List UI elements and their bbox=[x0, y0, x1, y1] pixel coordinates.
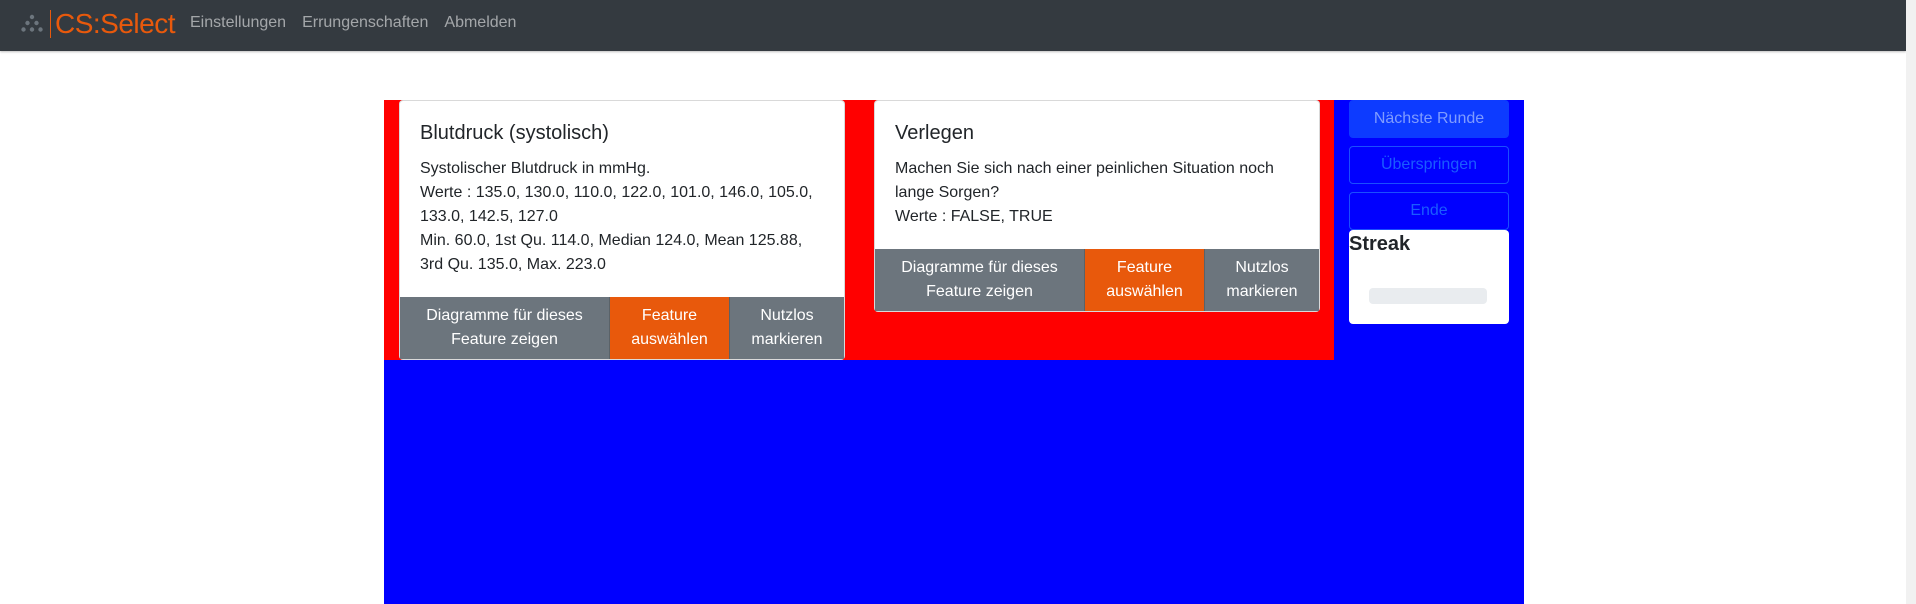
show-charts-button[interactable]: Diagramme für dieses Feature zeigen bbox=[875, 249, 1085, 311]
page-scrollbar[interactable] bbox=[1906, 0, 1916, 604]
next-round-button[interactable]: Nächste Runde bbox=[1349, 100, 1509, 138]
feature-stats: Min. 60.0, 1st Qu. 114.0, Median 124.0, … bbox=[420, 232, 803, 273]
feature-button-group: Diagramme für dieses Feature zeigen Feat… bbox=[875, 249, 1319, 311]
feature-card: Blutdruck (systolisch) Systolischer Blut… bbox=[399, 100, 845, 360]
feature-card: Verlegen Machen Sie sich nach einer pein… bbox=[874, 100, 1320, 312]
end-button[interactable]: Ende bbox=[1349, 192, 1509, 230]
streak-card: Streak bbox=[1349, 230, 1509, 324]
mark-useless-button[interactable]: Nutzlos markieren bbox=[729, 297, 844, 359]
top-navbar: CS:Select Einstellungen Errungenschaften… bbox=[0, 0, 1906, 51]
skip-button[interactable]: Überspringen bbox=[1349, 146, 1509, 184]
feature-values: Werte : 135.0, 130.0, 110.0, 122.0, 101.… bbox=[420, 184, 813, 225]
brand-separator bbox=[50, 10, 51, 38]
people-pyramid-icon bbox=[21, 14, 43, 32]
streak-title: Streak bbox=[1349, 233, 1411, 255]
select-feature-button[interactable]: Feature auswählen bbox=[610, 297, 729, 359]
feature-description: Machen Sie sich nach einer peinlichen Si… bbox=[895, 160, 1274, 201]
feature-button-group: Diagramme für dieses Feature zeigen Feat… bbox=[400, 297, 844, 359]
select-feature-button[interactable]: Feature auswählen bbox=[1085, 249, 1204, 311]
nav-links: Einstellungen Errungenschaften Abmelden bbox=[190, 0, 532, 46]
feature-values: Werte : FALSE, TRUE bbox=[895, 208, 1053, 225]
lower-highlight-area bbox=[384, 360, 1524, 604]
brand[interactable]: CS:Select bbox=[20, 6, 176, 42]
nav-link-settings[interactable]: Einstellungen bbox=[190, 14, 286, 32]
show-charts-button[interactable]: Diagramme für dieses Feature zeigen bbox=[400, 297, 610, 359]
nav-link-achievements[interactable]: Errungenschaften bbox=[302, 14, 428, 32]
feature-title: Blutdruck (systolisch) bbox=[420, 122, 609, 144]
brand-title: CS:Select bbox=[55, 8, 176, 39]
nav-link-logout[interactable]: Abmelden bbox=[444, 14, 516, 32]
feature-description: Systolischer Blutdruck in mmHg. bbox=[420, 160, 651, 177]
streak-progress-bar bbox=[1369, 288, 1487, 304]
feature-title: Verlegen bbox=[895, 122, 974, 144]
mark-useless-button[interactable]: Nutzlos markieren bbox=[1204, 249, 1319, 311]
